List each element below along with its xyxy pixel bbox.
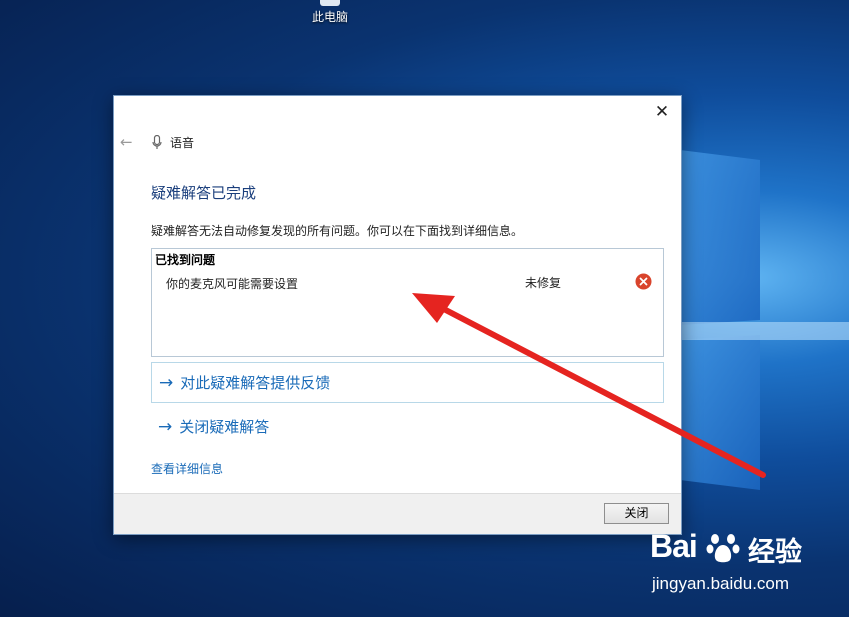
close-troubleshooter-label: 关闭疑难解答 [179,418,270,436]
close-button[interactable]: 关闭 [604,503,669,524]
error-icon [635,273,652,290]
baidu-jingyan-watermark: Bai 经验 jingyan.baidu.com [650,528,840,602]
feedback-link-label: 对此疑难解答提供反馈 [180,374,331,392]
problems-header: 已找到问题 [155,253,216,267]
app-title: 语音 [170,135,195,150]
dialog-header: ← 语音 [120,132,194,152]
feedback-link[interactable]: → 对此疑难解答提供反馈 [151,362,664,403]
desktop-icon-label: 此电脑 [311,10,348,24]
problem-item-label: 你的麦克风可能需要设置 [166,277,299,291]
troubleshooter-dialog: ✕ ← 语音 疑难解答已完成 疑难解答无法自动修复发现的所有问题。你可以在下面找… [113,95,682,535]
paw-icon [706,534,740,563]
close-icon[interactable]: ✕ [652,102,672,122]
result-description: 疑难解答无法自动修复发现的所有问题。你可以在下面找到详细信息。 [151,224,524,238]
problem-status: 未修复 [525,276,562,290]
view-details-link[interactable]: 查看详细信息 [151,460,223,477]
page-title: 疑难解答已完成 [151,184,257,202]
problems-found-panel: 已找到问题 你的麦克风可能需要设置 未修复 [151,248,664,357]
dialog-footer: 关闭 [114,493,681,534]
microphone-icon [150,134,164,150]
back-arrow-icon[interactable]: ← [120,133,138,151]
watermark-brand-left: Bai [650,528,698,564]
close-troubleshooter-link[interactable]: → 关闭疑难解答 [158,416,269,437]
computer-icon [320,0,340,6]
desktop-icon-this-pc[interactable]: 此电脑 [298,0,362,25]
watermark-url: jingyan.baidu.com [652,574,790,593]
watermark-brand-right: 经验 [748,537,802,568]
arrow-right-icon: → [159,372,174,393]
arrow-right-icon: → [158,416,173,437]
